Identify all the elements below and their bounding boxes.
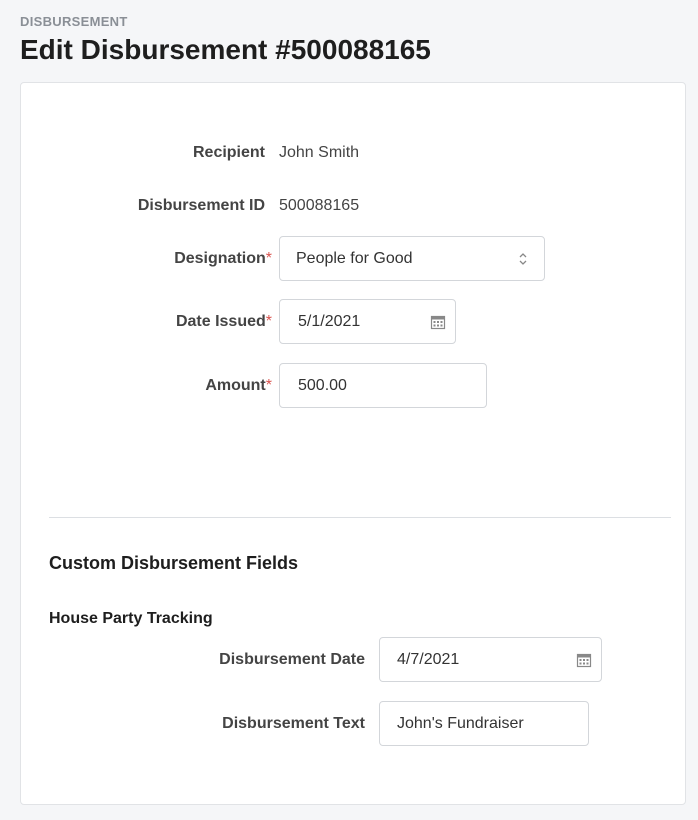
required-mark: * bbox=[265, 249, 272, 267]
amount-label: Amount* bbox=[21, 377, 272, 395]
designation-select[interactable]: People for Good bbox=[279, 236, 545, 281]
disbursement-id-label: Disbursement ID bbox=[137, 197, 265, 214]
disbursement-date-field[interactable] bbox=[379, 637, 602, 682]
date-issued-label: Date Issued* bbox=[21, 313, 272, 331]
house-party-heading: House Party Tracking bbox=[49, 610, 213, 627]
designation-label: Designation* bbox=[21, 250, 272, 268]
designation-label-text: Designation bbox=[174, 249, 266, 267]
disbursement-text-row: Disbursement Text bbox=[21, 701, 589, 746]
disbursement-date-label: Disbursement Date bbox=[219, 650, 365, 668]
recipient-label: Recipient bbox=[192, 144, 265, 161]
amount-row: Amount* bbox=[21, 363, 487, 408]
disbursement-text-input[interactable] bbox=[380, 702, 588, 745]
disbursement-text-field[interactable] bbox=[379, 701, 589, 746]
page-title: Edit Disbursement #500088165 bbox=[20, 34, 431, 65]
recipient-row: Recipient John Smith bbox=[21, 141, 359, 165]
disbursement-id-value: 500088165 bbox=[279, 197, 360, 214]
date-issued-label-text: Date Issued bbox=[175, 312, 266, 330]
date-issued-row: Date Issued* bbox=[21, 299, 456, 344]
calendar-icon[interactable] bbox=[429, 313, 447, 331]
chevron-up-down-icon bbox=[514, 250, 532, 268]
designation-row: Designation* People for Good bbox=[21, 236, 545, 281]
custom-fields-heading: Custom Disbursement Fields bbox=[49, 553, 299, 573]
recipient-value: John Smith bbox=[279, 144, 360, 161]
disbursement-date-row: Disbursement Date bbox=[21, 637, 602, 682]
disbursement-text-label: Disbursement Text bbox=[222, 714, 365, 732]
required-mark: * bbox=[265, 312, 272, 330]
designation-select-value: People for Good bbox=[296, 249, 413, 267]
section-divider bbox=[49, 517, 671, 518]
amount-label-text: Amount bbox=[205, 376, 266, 394]
eyebrow-label: DISBURSEMENT bbox=[20, 14, 128, 29]
disbursement-id-row: Disbursement ID 500088165 bbox=[21, 194, 359, 218]
required-mark: * bbox=[265, 376, 272, 394]
amount-field[interactable] bbox=[279, 363, 487, 408]
calendar-icon[interactable] bbox=[575, 651, 593, 669]
disbursement-date-input[interactable] bbox=[380, 638, 601, 681]
date-issued-field[interactable] bbox=[279, 299, 456, 344]
form-card: Recipient John Smith Disbursement ID 500… bbox=[20, 82, 686, 805]
amount-input[interactable] bbox=[280, 364, 486, 407]
